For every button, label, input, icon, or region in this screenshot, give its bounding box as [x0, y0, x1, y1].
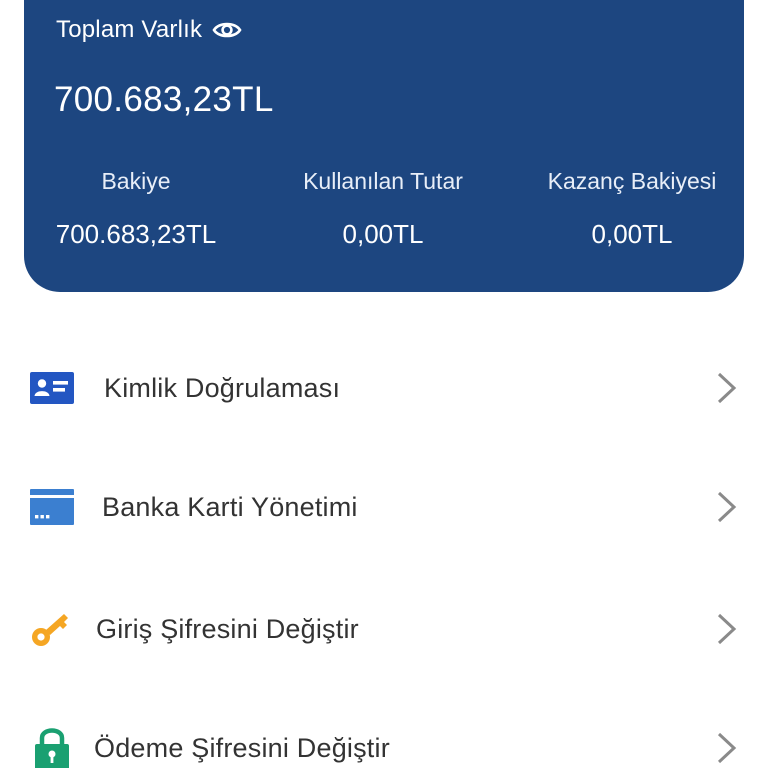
eye-icon[interactable]	[212, 19, 242, 41]
menu-item-bank-card-management[interactable]: Banka Karti Yönetimi	[0, 467, 768, 547]
menu-item-label: Ödeme Şifresini Değiştir	[94, 732, 390, 763]
total-assets-header: Toplam Varlık	[56, 16, 242, 44]
menu-item-change-login-password[interactable]: Giriş Şifresini Değiştir	[0, 589, 768, 669]
chevron-right-icon	[712, 609, 742, 649]
chevron-right-icon	[712, 368, 742, 408]
profile-page: Toplam Varlık 700.683,23TL Bakiye 700.68…	[0, 0, 768, 768]
key-icon	[28, 605, 76, 653]
total-assets-amount: 700.683,23TL	[54, 80, 274, 119]
balance-card: Toplam Varlık 700.683,23TL Bakiye 700.68…	[24, 0, 744, 292]
stat-label: Kazanç Bakiyesi	[547, 168, 717, 194]
bank-card-icon	[28, 483, 76, 531]
stat-balance: Bakiye 700.683,23TL	[16, 166, 256, 250]
stat-value: 700.683,23TL	[55, 219, 217, 249]
menu-item-identity-verification[interactable]: Kimlik Doğrulaması	[0, 348, 768, 428]
stat-value: 0,00TL	[342, 219, 424, 249]
chevron-right-icon	[712, 728, 742, 768]
stat-label: Kullanılan Tutar	[303, 168, 463, 194]
stat-label: Bakiye	[101, 168, 171, 194]
total-assets-label: Toplam Varlık	[56, 16, 203, 43]
stat-used-amount: Kullanılan Tutar 0,00TL	[263, 166, 503, 250]
menu-item-label: Giriş Şifresini Değiştir	[96, 613, 359, 644]
lock-icon	[28, 724, 76, 768]
menu-item-label: Kimlik Doğrulaması	[104, 372, 341, 403]
id-card-icon	[28, 364, 76, 412]
menu-item-label: Banka Karti Yönetimi	[102, 491, 358, 522]
stat-earnings-balance: Kazanç Bakiyesi 0,00TL	[512, 166, 752, 250]
stat-value: 0,00TL	[591, 219, 673, 249]
chevron-right-icon	[712, 487, 742, 527]
menu-item-change-payment-password[interactable]: Ödeme Şifresini Değiştir	[0, 708, 768, 768]
